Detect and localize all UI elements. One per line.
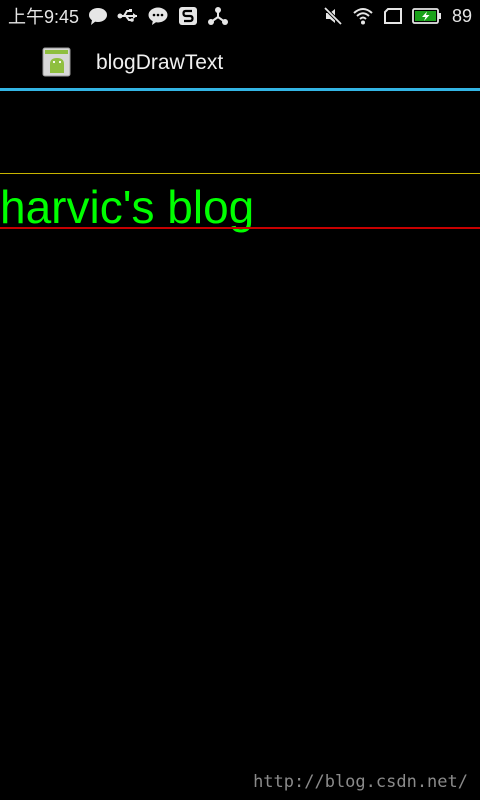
status-right-group: 89 [322, 5, 472, 27]
share-icon [208, 7, 229, 25]
watermark: http://blog.csdn.net/ [253, 772, 468, 792]
mute-icon [323, 6, 343, 26]
wifi-icon [353, 8, 373, 25]
action-bar: blogDrawText [0, 32, 480, 88]
page-title: blogDrawText [96, 51, 224, 74]
chat-bubble-icon [89, 8, 108, 25]
s-app-icon [179, 7, 198, 25]
top-guide-line [0, 173, 480, 174]
battery-level: 89 [451, 5, 472, 26]
drawn-text: harvic's blog [0, 181, 255, 233]
status-time: 上午9:45 [8, 7, 80, 27]
wechat-icon [148, 7, 168, 25]
android-app-icon[interactable] [42, 47, 72, 77]
usb-icon [117, 9, 138, 22]
screen-icon [383, 8, 402, 24]
baseline-guide-line [0, 227, 480, 229]
battery-charging-icon [412, 8, 441, 24]
status-left-group: 上午9:45 [8, 5, 229, 27]
drawing-canvas: harvic's blog [0, 91, 480, 800]
status-bar: 上午9:45 89 [0, 0, 480, 32]
